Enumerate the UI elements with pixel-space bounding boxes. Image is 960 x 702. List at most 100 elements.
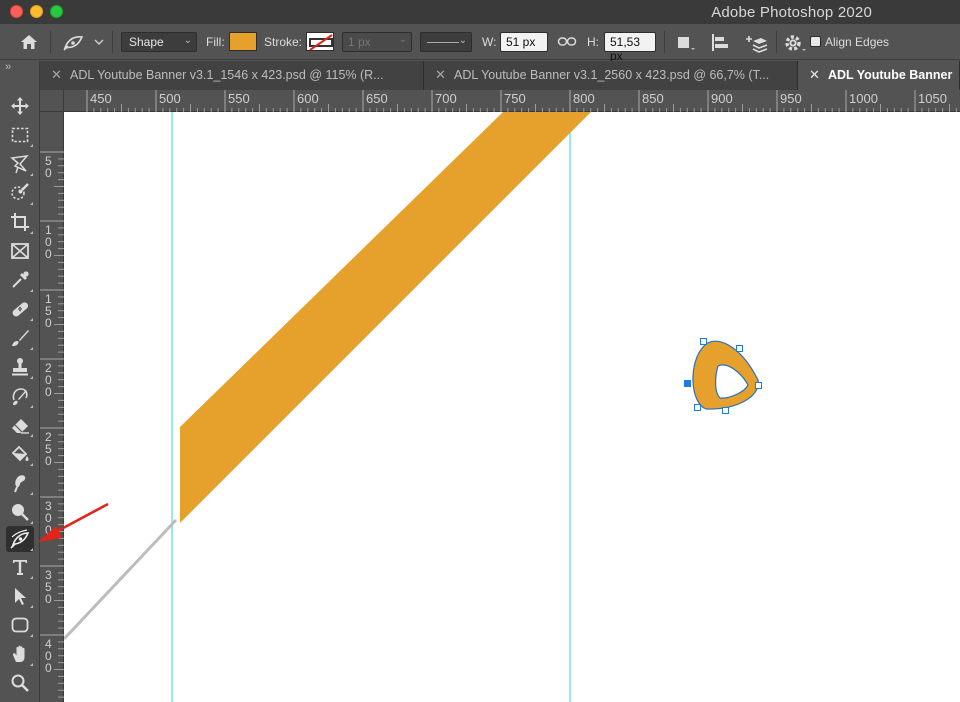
path-arrangement-icon[interactable]	[744, 32, 768, 54]
anchor-point-selected[interactable]	[684, 380, 691, 387]
anchor-point[interactable]	[722, 407, 729, 414]
height-value: 51,53 px	[610, 35, 641, 63]
stamp-icon	[12, 358, 28, 376]
fill-color-swatch[interactable]	[229, 32, 257, 51]
path-alignment-icon[interactable]	[709, 32, 733, 54]
rounded-triangle-shape[interactable]	[684, 338, 762, 414]
ruler-label: 950	[780, 91, 802, 106]
lasso-tool[interactable]	[6, 151, 34, 177]
ruler-label: 650	[366, 91, 388, 106]
path-selection-tool[interactable]	[6, 583, 34, 609]
stroke-color-swatch[interactable]	[306, 32, 334, 51]
home-icon[interactable]	[18, 32, 42, 52]
options-bar: Shape ⌄ Fill: Stroke: 1 px ⌄ ⌄ W: 51 px …	[0, 24, 960, 63]
close-tab-icon[interactable]: ✕	[809, 67, 820, 83]
anchor-point[interactable]	[736, 345, 743, 352]
ruler-label: 550	[228, 91, 250, 106]
height-label: H:	[587, 35, 599, 49]
smudge-tool[interactable]	[6, 470, 34, 496]
chevron-down-icon: ⌄	[183, 35, 192, 46]
title-bar: Adobe Photoshop 2020	[0, 0, 960, 24]
ruler-label: 200	[45, 361, 52, 399]
arrow-icon	[15, 588, 26, 605]
paint-bucket-tool[interactable]	[6, 441, 34, 467]
stroke-width-value: 1 px	[348, 35, 371, 49]
zoom-tool[interactable]	[6, 670, 34, 696]
ruler-label: 100	[45, 223, 52, 261]
ruler-label: 450	[90, 91, 112, 106]
document-tab-2[interactable]: ✕ ADL Youtube Banner v3.1_2560 x 423.psd…	[424, 61, 798, 90]
ruler-label: 1000	[849, 91, 878, 106]
type-icon	[13, 560, 27, 575]
ruler-label: 400	[45, 637, 52, 675]
horizontal-ruler-scale: 450 500 550 600 650 700 750 800 850 900 950 1000 105…	[86, 90, 957, 112]
ruler-label: 850	[642, 91, 664, 106]
ruler-label: 150	[45, 292, 52, 330]
frame-tool[interactable]	[6, 238, 34, 264]
close-window-button[interactable]	[10, 5, 23, 18]
ruler-origin[interactable]	[40, 90, 64, 112]
width-value: 51 px	[506, 35, 536, 49]
document-tab-1[interactable]: ✕ ADL Youtube Banner v3.1_1546 x 423.psd…	[40, 61, 424, 90]
fill-label: Fill:	[206, 35, 225, 49]
history-brush-tool[interactable]	[6, 383, 34, 409]
anchor-point[interactable]	[700, 338, 707, 345]
collapse-panel-icon[interactable]: ››	[5, 61, 11, 73]
eyedropper-tool[interactable]	[6, 267, 34, 293]
ruler-label: 700	[435, 91, 457, 106]
move-tool[interactable]	[6, 93, 34, 119]
align-edges-checkbox[interactable]	[810, 36, 821, 47]
document-tab-label: ADL Youtube Banner v3.1_1546 x 423.psd @…	[70, 68, 384, 82]
brush-icon	[12, 330, 29, 347]
stroke-label: Stroke:	[264, 35, 303, 49]
history-brush-icon	[12, 388, 28, 406]
link-dimensions-icon[interactable]	[557, 34, 577, 50]
marquee-icon	[11, 127, 29, 143]
ruler-label: 900	[711, 91, 733, 106]
document-tab-label: ADL Youtube Banner	[828, 68, 953, 82]
hand-tool[interactable]	[6, 641, 34, 667]
lasso-icon	[10, 154, 29, 174]
dodge-icon	[12, 504, 29, 521]
brush-tool[interactable]	[6, 325, 34, 351]
close-tab-icon[interactable]: ✕	[51, 67, 62, 83]
ruler-label: 600	[297, 91, 319, 106]
orange-diagonal-shape[interactable]	[180, 112, 591, 523]
gear-icon[interactable]	[783, 32, 807, 54]
crop-tool[interactable]	[6, 209, 34, 235]
tool-preset-picker[interactable]	[60, 31, 106, 53]
zoom-window-button[interactable]	[50, 5, 63, 18]
quick-selection-icon	[11, 183, 29, 200]
minimize-window-button[interactable]	[30, 5, 43, 18]
shape-mode-value: Shape	[129, 35, 164, 49]
path-operations-icon[interactable]	[674, 33, 696, 53]
frame-icon	[11, 243, 29, 259]
horizontal-ruler[interactable]: 450 500 550 600 650 700 750 800 850 900 950 1000 105…	[64, 90, 960, 112]
close-tab-icon[interactable]: ✕	[435, 67, 446, 83]
healing-brush-tool[interactable]	[6, 296, 34, 322]
ruler-label: 350	[45, 568, 52, 606]
height-field[interactable]: 51,53 px	[604, 32, 656, 63]
clone-stamp-tool[interactable]	[6, 354, 34, 380]
ruler-label: 50	[45, 154, 52, 180]
rectangle-tool[interactable]	[6, 612, 34, 638]
shape-mode-dropdown[interactable]: Shape ⌄	[121, 32, 197, 52]
quick-selection-tool[interactable]	[6, 180, 34, 206]
width-field[interactable]: 51 px	[500, 32, 548, 52]
document-tab-3[interactable]: ✕ ADL Youtube Banner	[798, 61, 960, 90]
stroke-type-dropdown[interactable]: ⌄	[420, 32, 472, 52]
anchor-point[interactable]	[694, 404, 701, 411]
bandage-icon	[12, 302, 29, 317]
crop-icon	[11, 213, 29, 231]
ruler-label: 800	[573, 91, 595, 106]
eraser-icon	[12, 419, 29, 434]
marquee-tool[interactable]	[6, 122, 34, 148]
eyedropper-icon	[12, 271, 29, 288]
eraser-tool[interactable]	[6, 412, 34, 438]
anchor-point[interactable]	[755, 382, 762, 389]
stroke-width-field[interactable]: 1 px ⌄	[342, 32, 412, 52]
document-tab-label: ADL Youtube Banner v3.1_2560 x 423.psd @…	[454, 68, 770, 82]
document-canvas[interactable]	[64, 112, 960, 702]
vertical-ruler[interactable]: 50100150200250300350400	[40, 112, 64, 702]
window-title: Adobe Photoshop 2020	[711, 4, 872, 21]
